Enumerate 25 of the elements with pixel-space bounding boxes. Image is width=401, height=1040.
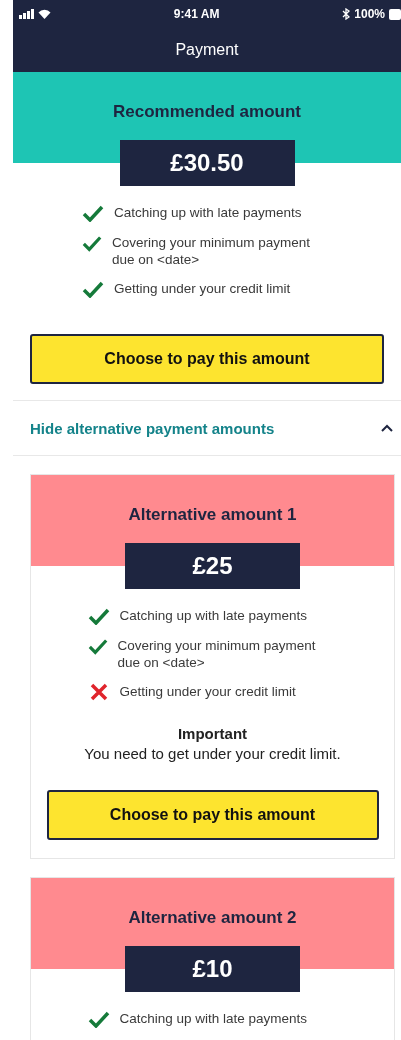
battery-icon (389, 8, 401, 20)
notice-text: You need to get under your credit limit. (84, 745, 341, 762)
criterion-text: Catching up with late payments (119, 607, 308, 624)
criterion-text: Covering your minimum payment due on <date> (117, 637, 317, 671)
pay-button[interactable]: Choose to pay this amount (46, 790, 379, 840)
bluetooth-icon (342, 8, 351, 20)
amount-value: £10 (192, 955, 233, 983)
pay-button[interactable]: Choose to pay this amount (30, 334, 384, 384)
card-title: Alternative amount 2 (128, 907, 297, 929)
criterion-text: Catching up with late payments (114, 204, 302, 221)
wifi-icon (38, 9, 51, 19)
status-time: 9:41 AM (173, 7, 220, 21)
battery-percent: 100% (354, 7, 385, 21)
notice-title: Important (177, 725, 248, 742)
card-title: Recommended amount (113, 101, 301, 123)
card-title: Alternative amount 1 (128, 504, 297, 526)
amount-value: £30.50 (170, 149, 244, 177)
criterion-text: Getting under your credit limit (119, 683, 296, 700)
alternatives-toggle[interactable]: Hide alternative payment amounts (13, 400, 401, 456)
criterion-text: Getting under your credit limit (114, 280, 291, 297)
nav-title: Payment (175, 41, 239, 59)
signal-icon (19, 9, 34, 19)
criterion-text: Covering your minimum payment due on <date> (112, 234, 312, 268)
criterion-text: Catching up with late payments (119, 1010, 308, 1027)
amount-value: £25 (192, 552, 233, 580)
